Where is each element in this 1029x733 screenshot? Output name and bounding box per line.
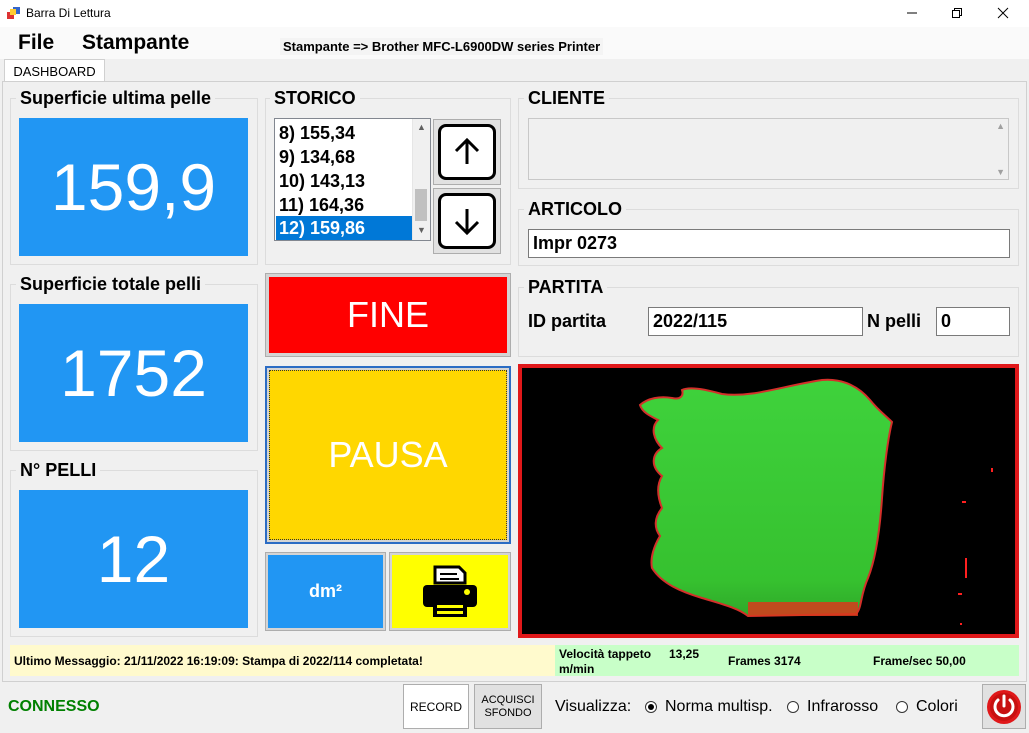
radio-colori-label: Colori [916, 698, 958, 715]
print-button[interactable] [389, 552, 511, 631]
cliente-scroll-up-icon[interactable]: ▲ [996, 121, 1005, 131]
radio-norma-multisp[interactable]: Norma multisp. [645, 698, 773, 716]
articolo-label: ARTICOLO [524, 199, 626, 220]
radio-unselected-icon[interactable] [787, 701, 799, 713]
menu-stampante[interactable]: Stampante [82, 31, 189, 55]
connection-status: CONNESSO [8, 698, 100, 715]
belt-status: Velocità tappeto 13,25 m/min Frames 3174… [555, 645, 1019, 676]
printer-icon [423, 565, 477, 617]
close-button[interactable] [980, 0, 1026, 26]
n-pelli-label: N° PELLI [16, 460, 101, 481]
unit-button[interactable]: dm² [265, 552, 386, 631]
unit-button-face: dm² [268, 555, 383, 628]
superficie-totale-label: Superficie totale pelli [16, 274, 206, 295]
n-pelli-partita-label: N pelli [867, 311, 922, 331]
storico-item-selected[interactable]: 12) 159,86 [276, 216, 412, 240]
pausa-button-face: PAUSA [269, 370, 507, 540]
storico-label: STORICO [270, 88, 360, 109]
storico-down-button[interactable] [433, 188, 501, 254]
print-button-face [392, 555, 508, 628]
tab-dashboard-label: DASHBOARD [13, 63, 96, 79]
acquisci-sfondo-button[interactable]: ACQUISCI SFONDO [474, 684, 542, 729]
maximize-button[interactable] [934, 0, 980, 26]
menu-file[interactable]: File [18, 31, 54, 55]
visualizza-label: Visualizza: [555, 698, 632, 715]
storico-item[interactable]: 11) 164,36 [279, 195, 364, 216]
cliente-textarea[interactable]: ▲ ▼ [528, 118, 1009, 180]
radio-unselected-icon[interactable] [896, 701, 908, 713]
frames-count: Frames 3174 [728, 654, 801, 668]
scroll-thumb[interactable] [415, 189, 427, 221]
fine-button[interactable]: FINE [265, 273, 511, 357]
cliente-label: CLIENTE [524, 88, 610, 109]
fine-button-face: FINE [269, 277, 507, 353]
app-icon [7, 6, 21, 20]
radio-infrarosso-label: Infrarosso [807, 698, 879, 715]
frames-per-second: Frame/sec 50,00 [873, 654, 966, 668]
partita-label: PARTITA [524, 277, 608, 298]
storico-item[interactable]: 9) 134,68 [279, 147, 355, 168]
velocita-value: 13,25 [669, 647, 700, 661]
id-partita-input[interactable]: 2022/115 [648, 307, 863, 336]
storico-item[interactable]: 8) 155,34 [279, 123, 355, 144]
scroll-up-icon[interactable]: ▲ [417, 122, 426, 132]
arrow-down-icon [438, 193, 496, 249]
camera-view [518, 364, 1019, 638]
minimize-button[interactable] [889, 0, 935, 26]
printer-info: Stampante => Brother MFC-L6900DW series … [280, 38, 604, 55]
n-pelli-partita-input[interactable]: 0 [936, 307, 1010, 336]
record-button[interactable]: RECORD [403, 684, 469, 729]
superficie-ultima-label: Superficie ultima pelle [16, 88, 216, 109]
pausa-button[interactable]: PAUSA [265, 366, 511, 544]
velocita-label: Velocità tappeto [559, 647, 652, 661]
radio-norma-multisp-label: Norma multisp. [665, 698, 773, 715]
storico-list[interactable]: 8) 155,34 9) 134,68 10) 143,13 11) 164,3… [274, 118, 431, 241]
title-bar: Barra Di Lettura [0, 0, 1029, 27]
window-title: Barra Di Lettura [26, 6, 111, 20]
arrow-up-icon [438, 124, 496, 180]
superficie-totale-value: 1752 [19, 304, 248, 442]
scroll-down-icon[interactable]: ▼ [417, 225, 426, 235]
status-message: Ultimo Messaggio: 21/11/2022 16:19:09: S… [10, 645, 555, 676]
power-icon [987, 689, 1021, 724]
acquisci-sfondo-label: ACQUISCI SFONDO [481, 693, 535, 719]
status-message-text: Ultimo Messaggio: 21/11/2022 16:19:09: S… [14, 653, 423, 668]
storico-scrollbar[interactable]: ▲ ▼ [412, 119, 430, 240]
radio-infrarosso[interactable]: Infrarosso [787, 698, 878, 716]
cliente-scroll-down-icon[interactable]: ▼ [996, 167, 1005, 177]
menu-bar: File Stampante Stampante => Brother MFC-… [0, 27, 1029, 59]
n-pelli-value: 12 [19, 490, 248, 628]
tab-dashboard[interactable]: DASHBOARD [4, 59, 105, 82]
radio-colori[interactable]: Colori [896, 698, 958, 716]
superficie-ultima-value: 159,9 [19, 118, 248, 256]
record-button-label: RECORD [409, 699, 462, 714]
id-partita-label: ID partita [528, 311, 607, 331]
radio-selected-icon[interactable] [645, 701, 657, 713]
velocita-unit: m/min [559, 662, 595, 676]
power-button[interactable] [982, 684, 1026, 729]
leather-scan-image [638, 378, 993, 625]
storico-up-button[interactable] [433, 119, 501, 185]
storico-item[interactable]: 10) 143,13 [279, 171, 365, 192]
articolo-input[interactable]: Impr 0273 [528, 229, 1010, 258]
